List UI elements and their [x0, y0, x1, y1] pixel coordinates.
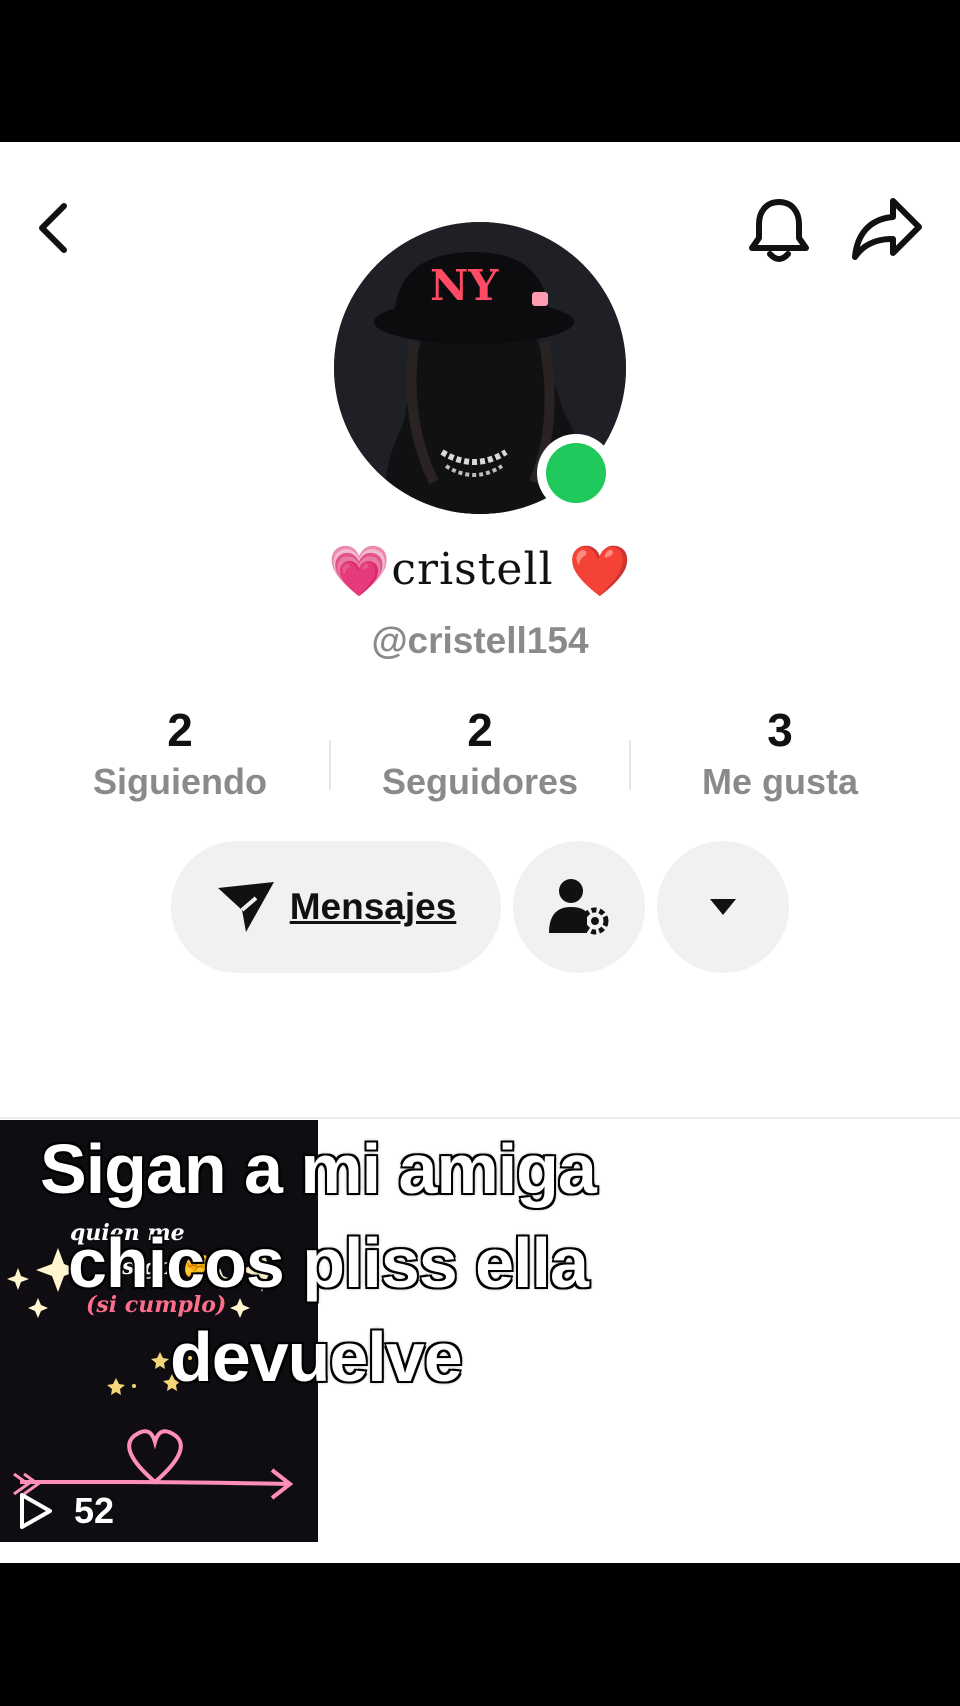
caption-line: Sigan a mi amiga: [39, 1129, 599, 1210]
messages-button[interactable]: Mensajes: [171, 841, 501, 973]
messages-label: Mensajes: [289, 886, 457, 927]
stat-likes[interactable]: 3 Me gusta: [630, 702, 930, 806]
stat-label: Siguiendo: [93, 761, 267, 802]
user-settings-button[interactable]: [513, 841, 645, 973]
online-status-indicator: [537, 434, 615, 512]
notifications-button[interactable]: [744, 192, 814, 268]
caret-down-icon: [710, 899, 736, 915]
more-options-dropdown[interactable]: [657, 841, 789, 973]
profile-avatar[interactable]: NY: [334, 222, 626, 514]
stat-value: 2: [167, 704, 193, 756]
display-name: 💗cristell ❤️: [328, 542, 632, 600]
bottom-black-bar: [0, 1563, 960, 1706]
stat-label: Seguidores: [381, 761, 579, 802]
chevron-left-icon: [39, 203, 67, 253]
send-icon: [217, 882, 274, 932]
back-button[interactable]: [28, 197, 80, 259]
profile-screen: NY 💗cristell ❤️ @cristell154 2 Siguiendo…: [0, 142, 960, 1563]
view-count: 52: [18, 1490, 114, 1532]
user-settings-icon: [549, 879, 609, 935]
play-icon: [20, 1493, 52, 1529]
stat-following[interactable]: 2 Siguiendo: [30, 702, 330, 806]
stat-followers[interactable]: 2 Seguidores: [330, 702, 630, 806]
overlay-caption: Sigan a mi amiga chicos pliss ella devue…: [30, 1122, 750, 1404]
top-black-bar: [0, 0, 960, 142]
caption-line: chicos pliss ella: [67, 1223, 591, 1304]
stat-value: 2: [467, 704, 493, 756]
profile-stats: 2 Siguiendo 2 Seguidores 3 Me gusta: [30, 702, 930, 812]
svg-text:NY: NY: [430, 261, 499, 310]
share-button[interactable]: [848, 194, 926, 264]
stat-value: 3: [767, 704, 793, 756]
view-count-value: 52: [74, 1490, 115, 1531]
caption-line: devuelve: [169, 1317, 465, 1398]
content-divider: [0, 1117, 960, 1119]
stat-label: Me gusta: [701, 761, 859, 802]
share-icon: [852, 198, 922, 260]
bell-icon: [749, 199, 809, 262]
username: @cristell154: [371, 620, 589, 661]
